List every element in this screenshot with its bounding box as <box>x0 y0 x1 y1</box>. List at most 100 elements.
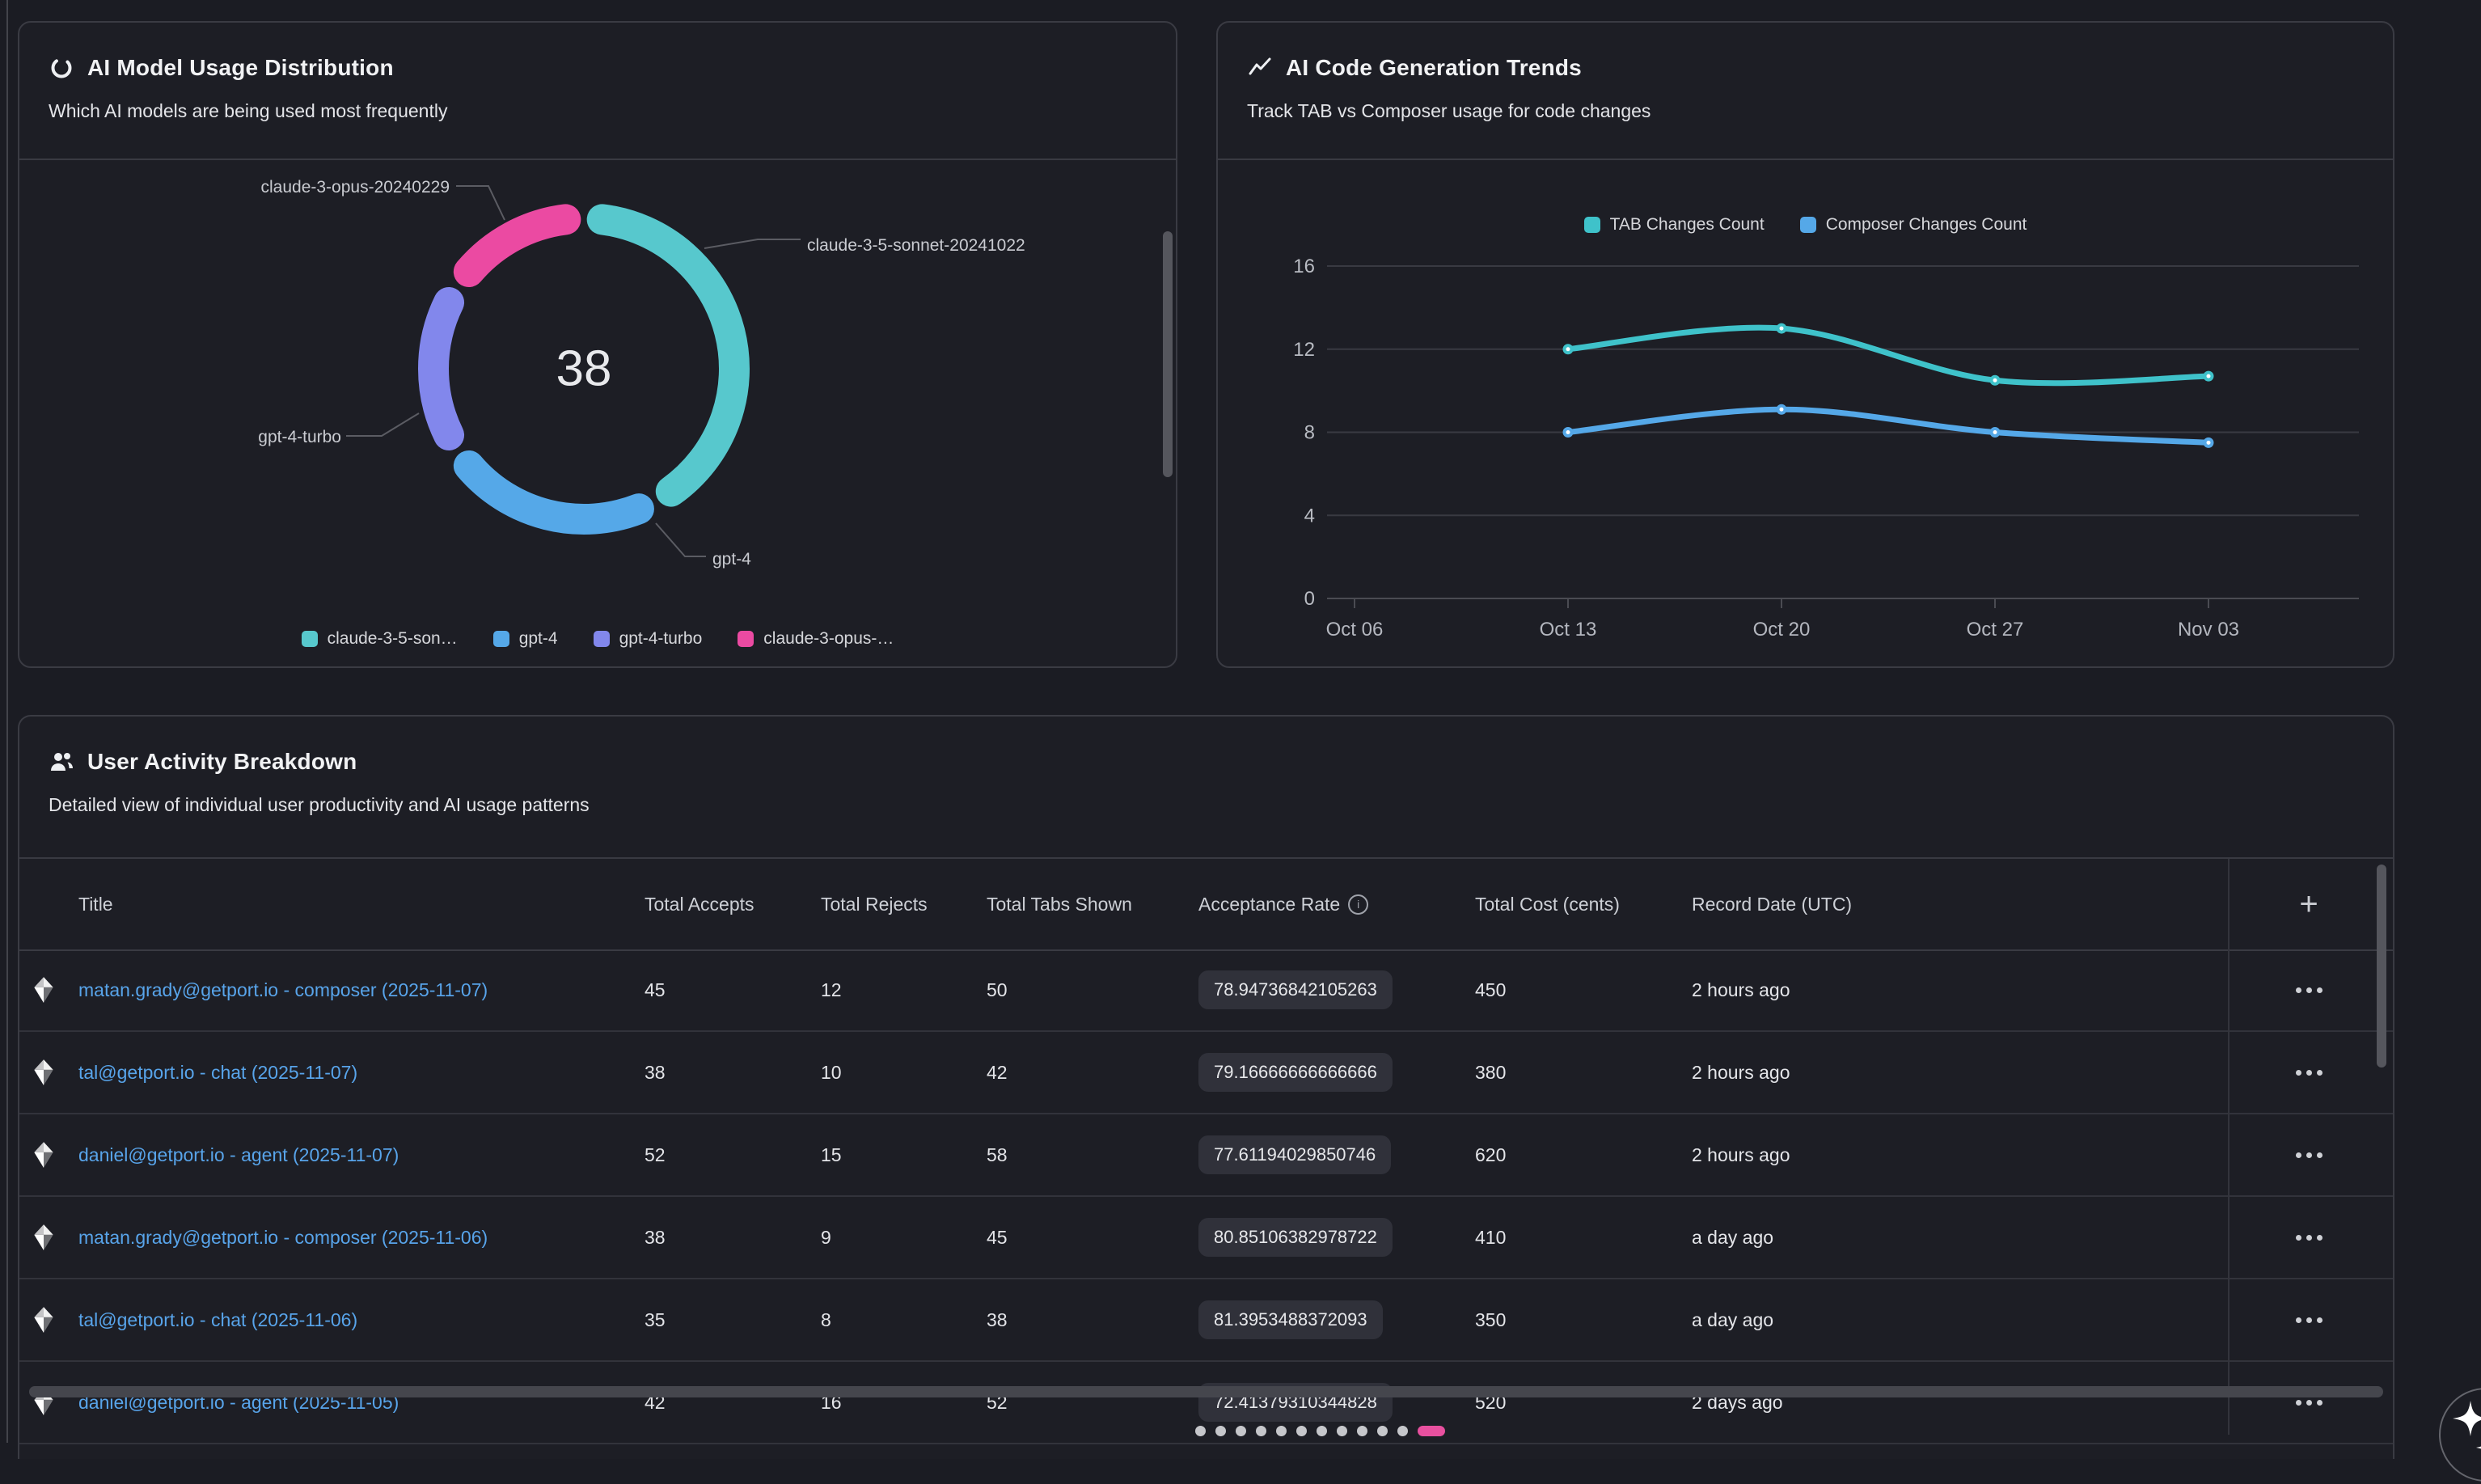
y-axis-tick-label: 8 <box>1304 422 1315 444</box>
cell-record-date: a day ago <box>1692 1279 1773 1360</box>
table-horizontal-scrollbar[interactable] <box>29 1386 2383 1397</box>
callout-line <box>346 413 419 436</box>
y-axis-tick-label: 12 <box>1293 339 1315 361</box>
row-title-link[interactable]: daniel@getport.io - agent (2025-11-05) <box>78 1362 399 1443</box>
card-scrollbar-thumb[interactable] <box>1163 231 1173 477</box>
row-menu-button[interactable] <box>2288 979 2331 1001</box>
card-subtitle: Track TAB vs Composer usage for code cha… <box>1247 100 2364 122</box>
cell-total-cost: 450 <box>1475 949 1506 1030</box>
y-axis-tick-label: 0 <box>1304 588 1315 610</box>
donut-legend: claude-3-5-son… gpt-4 gpt-4-turbo claude… <box>19 629 1176 649</box>
acceptance-rate-badge: 81.3953488372093 <box>1198 1300 1383 1339</box>
cell-total-tabs-shown: 45 <box>987 1197 1008 1278</box>
legend-label: gpt-4 <box>519 629 558 649</box>
row-menu-button[interactable] <box>2288 1062 2331 1084</box>
line-series-Composer Changes Count <box>1568 409 2208 442</box>
page-dot[interactable] <box>1276 1426 1287 1436</box>
table-header-row: Title Total Accepts Total Rejects Total … <box>19 859 2393 951</box>
data-point[interactable] <box>1992 377 1999 384</box>
entity-gem-icon <box>27 949 60 1030</box>
acceptance-rate-badge: 79.16666666666666 <box>1198 1053 1393 1092</box>
legend-label: gpt-4-turbo <box>619 629 703 649</box>
user-activity-header: User Activity Breakdown Detailed view of… <box>19 717 2393 859</box>
column-header-title: Title <box>78 859 113 949</box>
x-axis-tick-label: Nov 03 <box>2178 619 2239 641</box>
page-dot[interactable] <box>1236 1426 1246 1436</box>
legend-label: claude-3-5-son… <box>328 629 458 649</box>
legend-item: gpt-4-turbo <box>594 629 703 649</box>
row-title-link[interactable]: daniel@getport.io - agent (2025-11-07) <box>78 1114 399 1195</box>
donut-segment-claude-3-opus-20240229[interactable] <box>469 219 565 272</box>
data-point[interactable] <box>1778 406 1786 413</box>
data-point[interactable] <box>1778 325 1786 332</box>
donut-chart-icon <box>49 55 74 81</box>
row-title-link[interactable]: tal@getport.io - chat (2025-11-07) <box>78 1032 357 1113</box>
ai-assistant-button[interactable] <box>2439 1388 2481 1482</box>
row-title-link[interactable]: matan.grady@getport.io - composer (2025-… <box>78 1197 488 1278</box>
x-axis-tick-label: Oct 27 <box>1967 619 2024 641</box>
data-point[interactable] <box>1565 345 1572 353</box>
column-header-label: Acceptance Rate <box>1198 894 1340 915</box>
x-axis-tick-label: Oct 20 <box>1753 619 1811 641</box>
data-point[interactable] <box>1565 429 1572 436</box>
page-dot[interactable] <box>1337 1426 1347 1436</box>
info-icon[interactable]: i <box>1348 894 1368 915</box>
cell-record-date: a day ago <box>1692 1197 1773 1278</box>
cell-total-rejects: 12 <box>821 949 842 1030</box>
page-dot[interactable] <box>1317 1426 1327 1436</box>
legend-swatch <box>738 631 754 647</box>
table-scrollbar-thumb[interactable] <box>2377 865 2386 1068</box>
table-body: matan.grady@getport.io - composer (2025-… <box>19 949 2393 1444</box>
donut-segment-gpt-4-turbo[interactable] <box>433 302 449 435</box>
row-title-link[interactable]: tal@getport.io - chat (2025-11-06) <box>78 1279 357 1360</box>
row-menu-button[interactable] <box>2288 1309 2331 1331</box>
page-dot[interactable] <box>1195 1426 1206 1436</box>
add-column-button[interactable]: + <box>2230 859 2388 949</box>
page-left-divider <box>6 0 8 1443</box>
acceptance-rate-badge: 80.85106382978722 <box>1198 1218 1393 1257</box>
code-trends-card: AI Code Generation Trends Track TAB vs C… <box>1216 21 2394 668</box>
data-point[interactable] <box>1992 429 1999 436</box>
table-row: tal@getport.io - chat (2025-11-07)381042… <box>19 1032 2393 1114</box>
legend-item: Composer Changes Count <box>1800 215 2027 235</box>
donut-center-value: 38 <box>556 340 612 396</box>
page-dot[interactable] <box>1377 1426 1388 1436</box>
cell-total-tabs-shown: 50 <box>987 949 1008 1030</box>
legend-label: claude-3-opus-… <box>763 629 894 649</box>
data-point[interactable] <box>2205 439 2213 446</box>
callout-line <box>704 239 801 248</box>
legend-label: TAB Changes Count <box>1610 215 1765 235</box>
row-menu-button[interactable] <box>2288 1227 2331 1249</box>
entity-gem-icon <box>27 1279 60 1360</box>
table-row: matan.grady@getport.io - composer (2025-… <box>19 949 2393 1032</box>
data-point[interactable] <box>2205 373 2213 380</box>
cell-total-rejects: 8 <box>821 1279 831 1360</box>
entity-gem-icon <box>27 1197 60 1278</box>
cell-record-date: 2 hours ago <box>1692 1032 1790 1113</box>
page-dot[interactable] <box>1215 1426 1226 1436</box>
card-title: User Activity Breakdown <box>87 749 357 775</box>
actions-column-divider <box>2228 859 2230 1435</box>
line-chart-legend: TAB Changes Count Composer Changes Count <box>1218 215 2393 235</box>
donut-callout-label: claude-3-opus-20240229 <box>260 178 450 197</box>
page-dot[interactable] <box>1296 1426 1307 1436</box>
column-header-total-cost: Total Cost (cents) <box>1475 859 1620 949</box>
row-title-link[interactable]: matan.grady@getport.io - composer (2025-… <box>78 949 488 1030</box>
row-menu-button[interactable] <box>2288 1144 2331 1166</box>
legend-swatch <box>302 631 318 647</box>
cell-total-accepts: 35 <box>645 1279 666 1360</box>
donut-segment-claude-3-5-sonnet-20241022[interactable] <box>602 219 734 491</box>
donut-segment-gpt-4[interactable] <box>469 466 639 519</box>
page-dot-active[interactable] <box>1418 1426 1445 1436</box>
cell-total-rejects: 15 <box>821 1114 842 1195</box>
page-dot[interactable] <box>1357 1426 1367 1436</box>
cell-total-rejects: 10 <box>821 1032 842 1113</box>
cell-acceptance-rate: 80.85106382978722 <box>1198 1197 1393 1278</box>
code-trends-header: AI Code Generation Trends Track TAB vs C… <box>1218 23 2393 160</box>
page-dot[interactable] <box>1256 1426 1266 1436</box>
page-dot[interactable] <box>1397 1426 1408 1436</box>
cell-total-cost: 620 <box>1475 1114 1506 1195</box>
cell-total-accepts: 52 <box>645 1114 666 1195</box>
column-header-total-rejects: Total Rejects <box>821 859 928 949</box>
sparkle-icon <box>2441 1389 2481 1480</box>
